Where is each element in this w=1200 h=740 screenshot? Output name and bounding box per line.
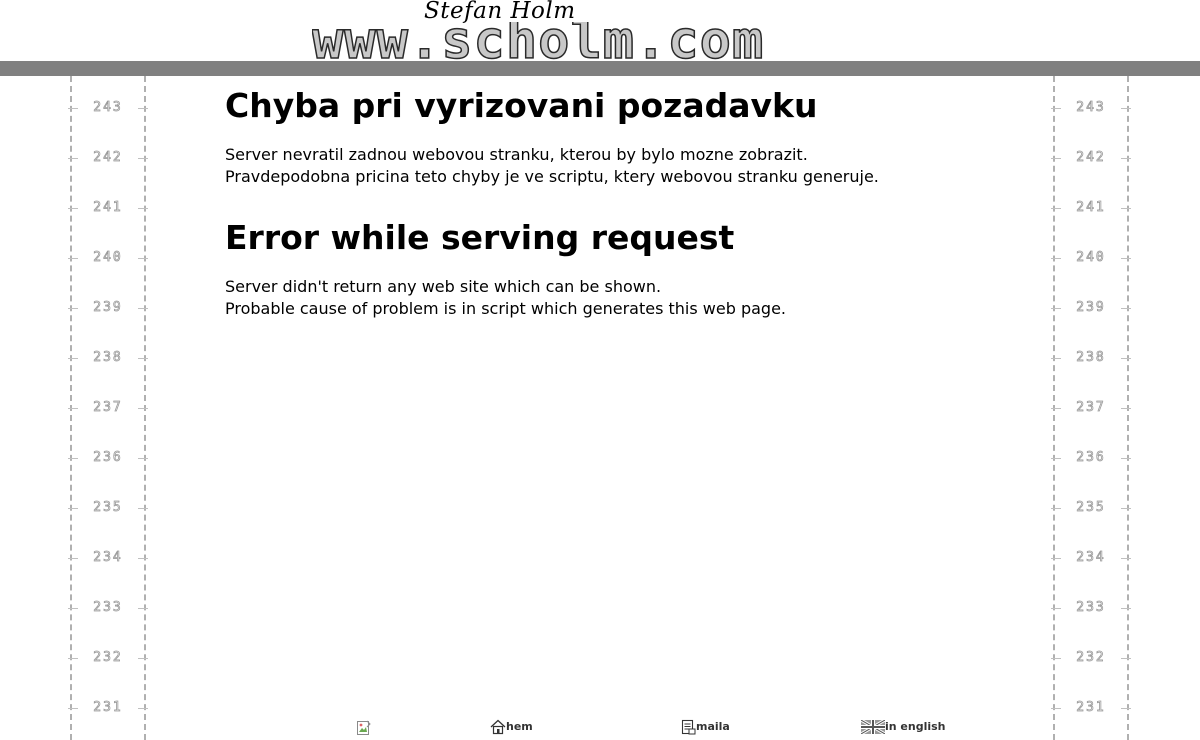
ruler-tick-number: 232 [78, 650, 138, 665]
broken-image-link[interactable] [356, 718, 372, 736]
english-link[interactable]: in english [860, 718, 946, 736]
ruler-tick: 231 [68, 700, 148, 715]
home-link[interactable]: hem [490, 718, 533, 736]
ruler-tick: 238 [1051, 350, 1131, 365]
ruler-tick: 232 [1051, 650, 1131, 665]
ruler-tick: 236 [68, 450, 148, 465]
english-link-label: in english [885, 720, 946, 733]
ruler-tick: 237 [68, 400, 148, 415]
ruler-tick: 234 [1051, 550, 1131, 565]
ruler-tick-number: 235 [1061, 500, 1121, 515]
ruler-tick-number: 234 [1061, 550, 1121, 565]
ruler-tick-number: 243 [78, 100, 138, 115]
ruler-tick-number: 240 [1061, 250, 1121, 265]
english-error-heading: Error while serving request [225, 218, 735, 257]
ruler-tick: 243 [68, 100, 148, 115]
czech-error-text: Server nevratil zadnou webovou stranku, … [225, 144, 1025, 188]
czech-error-line: Server nevratil zadnou webovou stranku, … [225, 145, 808, 164]
ruler-tick-number: 238 [1061, 350, 1121, 365]
ruler-tick-number: 233 [78, 600, 138, 615]
ruler-tick: 242 [68, 150, 148, 165]
ruler-tick-number: 243 [1061, 100, 1121, 115]
footer-nav: hem maila in english [0, 718, 1200, 738]
ruler-tick-number: 242 [78, 150, 138, 165]
ruler-tick: 240 [68, 250, 148, 265]
broken-image-icon [356, 719, 372, 735]
ruler-tick-number: 237 [1061, 400, 1121, 415]
logo-signature: Stefan Holm [424, 0, 576, 24]
ruler-tick: 240 [1051, 250, 1131, 265]
czech-error-heading: Chyba pri vyrizovani pozadavku [225, 86, 818, 125]
ruler-tick: 241 [68, 200, 148, 215]
english-error-line: Probable cause of problem is in script w… [225, 299, 786, 318]
uk-flag-icon [860, 718, 886, 736]
ruler-tick: 242 [1051, 150, 1131, 165]
ruler-tick-number: 241 [78, 200, 138, 215]
ruler-tick: 239 [68, 300, 148, 315]
ruler-tick-number: 231 [1061, 700, 1121, 715]
ruler-tick: 234 [68, 550, 148, 565]
ruler-tick-number: 242 [1061, 150, 1121, 165]
ruler-tick: 232 [68, 650, 148, 665]
ruler-tick-number: 239 [1061, 300, 1121, 315]
ruler-tick-number: 236 [1061, 450, 1121, 465]
ruler-tick: 235 [68, 500, 148, 515]
ruler-tick-number: 232 [1061, 650, 1121, 665]
czech-error-line: Pravdepodobna pricina teto chyby je ve s… [225, 167, 879, 186]
ruler-tick: 239 [1051, 300, 1131, 315]
document-icon [681, 719, 696, 735]
ruler-tick: 237 [1051, 400, 1131, 415]
ruler-tick-number: 235 [78, 500, 138, 515]
right-ruler-decoration: 243 242 241 240 239 238 237 236 235 234 233 232 231 [1051, 76, 1131, 740]
ruler-tick: 235 [1051, 500, 1131, 515]
ruler-tick-number: 241 [1061, 200, 1121, 215]
mail-link-label: maila [696, 720, 730, 733]
site-header: www.scholm.com Stefan Holm [0, 0, 1200, 62]
ruler-tick: 236 [1051, 450, 1131, 465]
ruler-tick: 241 [1051, 200, 1131, 215]
page: www.scholm.com Stefan Holm 243 242 241 240 2… [0, 0, 1200, 740]
mail-link[interactable]: maila [680, 718, 730, 736]
english-error-line: Server didn't return any web site which … [225, 277, 662, 296]
ruler-tick: 243 [1051, 100, 1131, 115]
left-ruler-decoration: 243 242 241 240 239 238 237 236 235 234 233 232 231 [68, 76, 148, 740]
ruler-tick: 238 [68, 350, 148, 365]
header-divider-bar [0, 61, 1200, 76]
english-error-text: Server didn't return any web site which … [225, 276, 1025, 320]
site-logo[interactable]: www.scholm.com [312, 22, 886, 60]
house-icon [490, 719, 506, 735]
ruler-tick-number: 234 [78, 550, 138, 565]
error-content: Chyba pri vyrizovani pozadavku Server ne… [225, 84, 1025, 320]
ruler-tick: 233 [68, 600, 148, 615]
ruler-tick: 231 [1051, 700, 1131, 715]
ruler-tick-number: 238 [78, 350, 138, 365]
ruler-tick: 233 [1051, 600, 1131, 615]
home-link-label: hem [506, 720, 533, 733]
ruler-tick-number: 237 [78, 400, 138, 415]
ruler-tick-number: 236 [78, 450, 138, 465]
ruler-tick-number: 231 [78, 700, 138, 715]
ruler-tick-number: 239 [78, 300, 138, 315]
ruler-tick-number: 233 [1061, 600, 1121, 615]
ruler-tick-number: 240 [78, 250, 138, 265]
